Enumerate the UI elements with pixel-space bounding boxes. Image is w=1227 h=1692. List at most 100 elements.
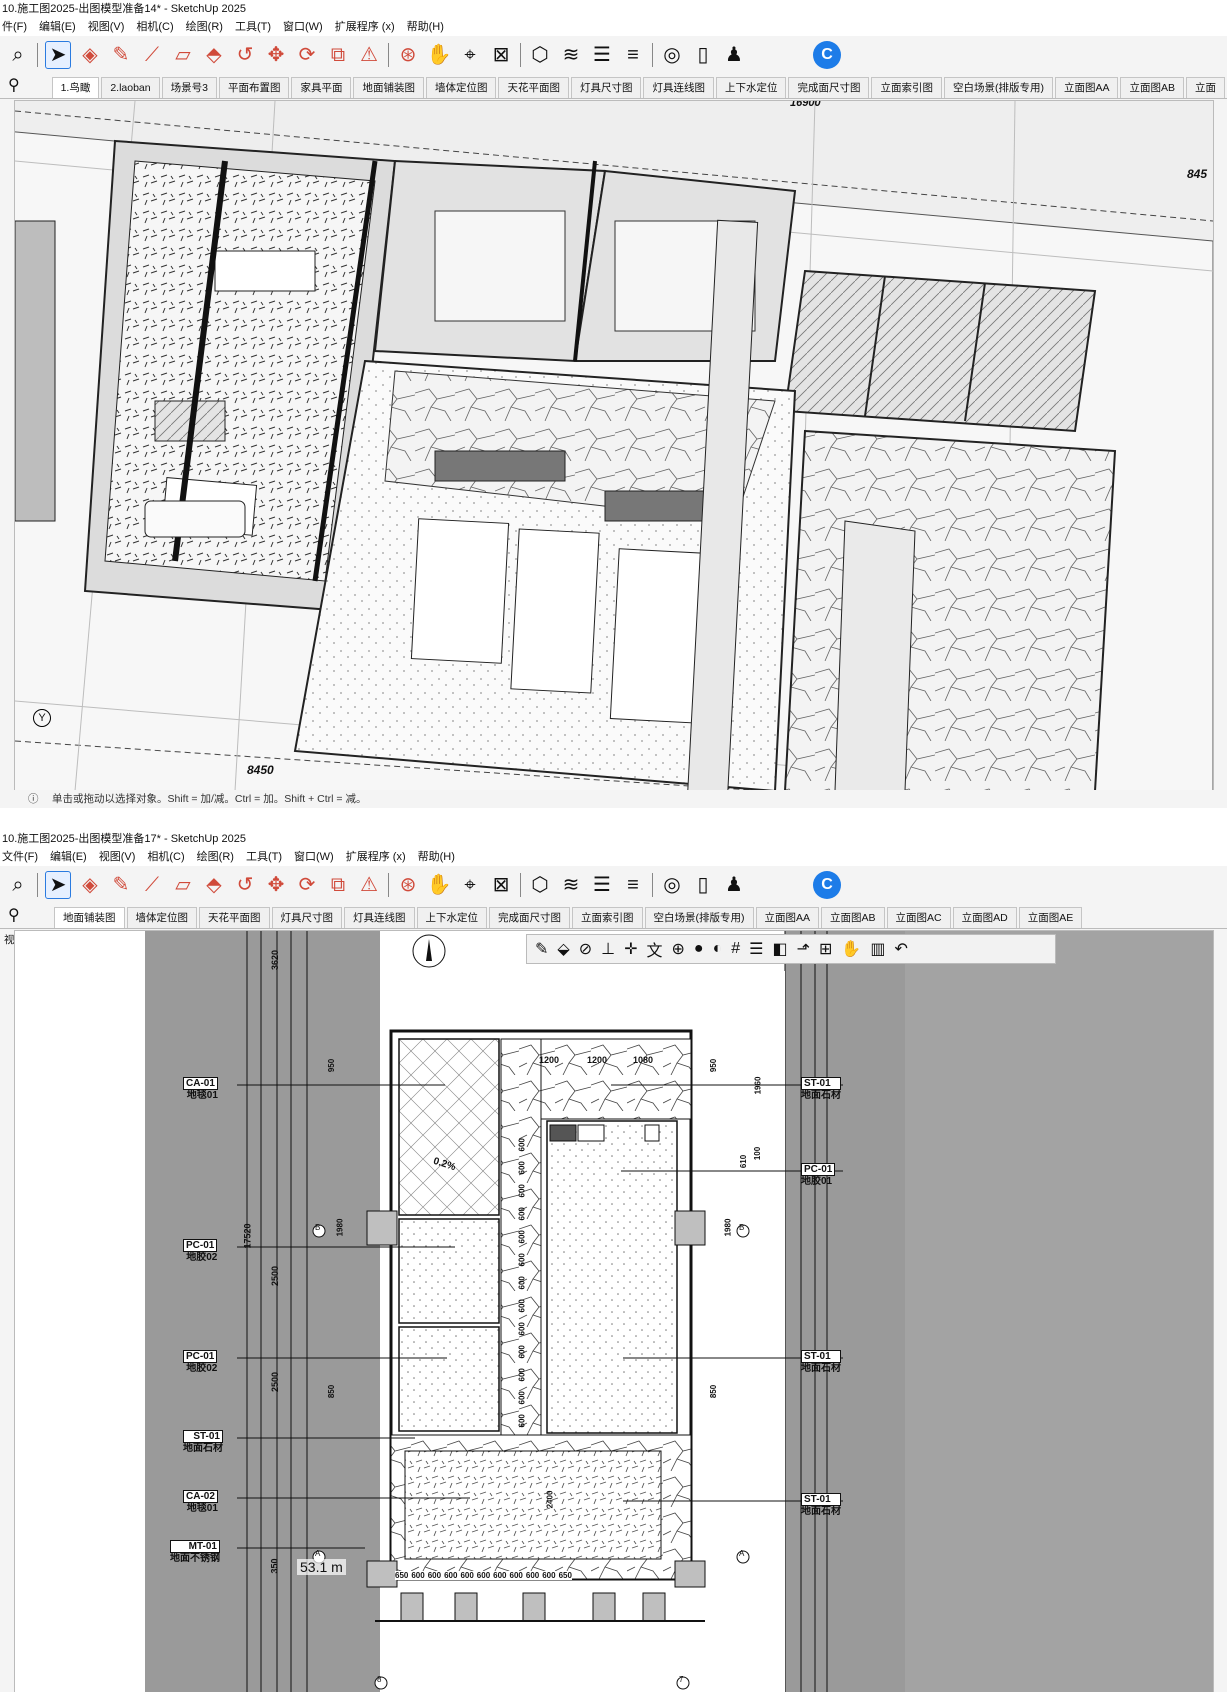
tab-scene-5[interactable]: 家具平面 — [291, 77, 352, 98]
orbit-icon[interactable]: ⊛ — [396, 872, 420, 898]
pan-icon[interactable]: ✋ — [427, 42, 452, 68]
tab-scene-3[interactable]: 场景号3 — [161, 77, 217, 98]
tab-scene-1[interactable]: 1.鸟瞰 — [51, 77, 100, 98]
section-icon[interactable]: ⊠ — [489, 42, 513, 68]
scale-icon[interactable]: ⧉ — [326, 42, 350, 68]
menu-edit[interactable]: 编辑(E) — [50, 848, 87, 866]
tab-scene-2[interactable]: 2.laoban — [101, 77, 160, 98]
export-icon[interactable]: ⬏ — [797, 939, 810, 959]
tab-scene-16[interactable]: 立面图AB — [1120, 77, 1184, 98]
tab-scene-11[interactable]: 上下水定位 — [715, 77, 787, 98]
target-icon[interactable]: ⊕ — [671, 939, 684, 959]
axis-icon[interactable]: ✛ — [624, 939, 637, 959]
tab-scene-12[interactable]: 立面图AC — [886, 907, 951, 928]
menu-help[interactable]: 帮助(H) — [407, 18, 444, 36]
move-icon[interactable]: ✥ — [264, 872, 288, 898]
arc-icon[interactable]: ⟋ — [140, 42, 164, 68]
add-icon[interactable]: ⊞ — [819, 939, 832, 959]
menu-camera[interactable]: 相机(C) — [136, 18, 173, 36]
menu-help[interactable]: 帮助(H) — [418, 848, 455, 866]
search-icon[interactable]: ⚲ — [8, 76, 26, 98]
select-tool-icon[interactable]: ➤ — [45, 41, 71, 69]
menu-view[interactable]: 视图(V) — [88, 18, 125, 36]
menu-tools[interactable]: 工具(T) — [235, 18, 271, 36]
search-icon[interactable]: ⚲ — [8, 906, 28, 928]
hide-icon[interactable]: ⊘ — [579, 939, 592, 959]
rotate-icon[interactable]: ⟳ — [295, 872, 319, 898]
warehouse-icon[interactable]: ⬡ — [528, 42, 552, 68]
tab-scene-6[interactable]: 地面铺装图 — [353, 77, 424, 98]
tab-scene-12[interactable]: 完成面尺寸图 — [788, 77, 870, 98]
zoom-extents-icon[interactable]: ⌖ — [458, 42, 482, 68]
tab-scene-7[interactable]: 墙体定位图 — [425, 77, 497, 98]
tab-scene-14[interactable]: 立面图AE — [1018, 907, 1083, 928]
menu-window[interactable]: 窗口(W) — [294, 848, 334, 866]
move-icon[interactable]: ✥ — [264, 42, 288, 68]
menu-view[interactable]: 视图(V) — [99, 848, 136, 866]
tab-scene-9[interactable]: 空白场景(排版专用) — [644, 907, 754, 928]
material-icon[interactable]: ◐ — [713, 940, 723, 958]
grid-icon[interactable]: # — [731, 940, 740, 958]
menu-draw[interactable]: 绘图(R) — [186, 18, 223, 36]
offset-icon[interactable]: ↺ — [233, 872, 257, 898]
layers-icon[interactable]: ☰ — [590, 42, 614, 68]
tab-scene-13[interactable]: 立面索引图 — [871, 77, 942, 98]
styles-icon[interactable]: ≡ — [621, 42, 645, 68]
menu-edit[interactable]: 编辑(E) — [39, 18, 76, 36]
menu-tools[interactable]: 工具(T) — [246, 848, 282, 866]
tab-scene-8[interactable]: 天花平面图 — [498, 77, 569, 98]
undo-icon[interactable]: ↶ — [894, 939, 907, 959]
section-icon[interactable]: ⊠ — [489, 872, 513, 898]
note-icon[interactable]: ☰ — [749, 939, 763, 959]
style-icon[interactable]: ◧ — [772, 939, 787, 959]
user-icon[interactable]: ♟ — [722, 42, 746, 68]
tab-scene-13[interactable]: 立面图AD — [952, 907, 1017, 928]
zoom-extents-icon[interactable]: ⌖ — [458, 872, 482, 898]
tab-scene-3[interactable]: 天花平面图 — [199, 907, 270, 928]
tab-scene-6[interactable]: 上下水定位 — [416, 907, 487, 928]
offset-icon[interactable]: ↺ — [233, 42, 257, 68]
user-icon[interactable]: ♟ — [722, 872, 746, 898]
menu-file[interactable]: 文件(F) — [2, 848, 38, 866]
columns-icon[interactable]: ▥ — [870, 939, 885, 959]
tab-scene-4[interactable]: 灯具尺寸图 — [271, 907, 342, 928]
menu-draw[interactable]: 绘图(R) — [197, 848, 234, 866]
arc-icon[interactable]: ⟋ — [140, 872, 164, 898]
menu-extensions[interactable]: 扩展程序 (x) — [335, 18, 395, 36]
tab-scene-11[interactable]: 立面图AB — [821, 907, 885, 928]
styles-icon[interactable]: ≡ — [621, 872, 645, 898]
tab-scene-9[interactable]: 灯具尺寸图 — [570, 77, 642, 98]
eraser-icon[interactable]: ◈ — [78, 872, 102, 898]
tab-scene-14[interactable]: 空白场景(排版专用) — [943, 77, 1053, 98]
pan-icon[interactable]: ✋ — [427, 872, 452, 898]
tab-scene-15[interactable]: 立面图AA — [1054, 77, 1119, 98]
rectangle-icon[interactable]: ▱ — [171, 42, 195, 68]
account-icon[interactable]: ◎ — [660, 42, 684, 68]
menu-file[interactable]: 件(F) — [2, 18, 27, 36]
tab-scene-7[interactable]: 完成面尺寸图 — [489, 907, 570, 928]
eraser-icon[interactable]: ◈ — [78, 42, 102, 68]
align-icon[interactable]: ⊥ — [601, 939, 615, 959]
follow-me-icon[interactable]: ⚠ — [357, 872, 381, 898]
new-file-icon[interactable]: ▯ — [691, 872, 715, 898]
plugin-logo-icon[interactable]: C — [813, 871, 841, 899]
rectangle-icon[interactable]: ▱ — [171, 872, 195, 898]
pencil-icon[interactable]: ✎ — [109, 872, 133, 898]
push-pull-icon[interactable]: ⬘ — [202, 872, 226, 898]
hand-icon[interactable]: ✋ — [841, 939, 861, 959]
edit-icon[interactable]: ✎ — [535, 939, 548, 959]
select-tool-icon[interactable]: ➤ — [45, 871, 71, 899]
push-icon[interactable]: ⬙ — [557, 939, 569, 959]
extension-icon[interactable]: ≋ — [559, 42, 583, 68]
plugin-logo-icon[interactable]: C — [813, 41, 841, 69]
push-pull-icon[interactable]: ⬘ — [202, 42, 226, 68]
tab-scene-17[interactable]: 立面 — [1186, 77, 1225, 98]
tab-scene-4[interactable]: 平面布置图 — [218, 77, 290, 98]
rotate-icon[interactable]: ⟳ — [295, 42, 319, 68]
tab-scene-8[interactable]: 立面索引图 — [572, 907, 643, 928]
orbit-icon[interactable]: ⊛ — [396, 42, 420, 68]
tab-scene-10[interactable]: 立面图AA — [755, 907, 820, 928]
warehouse-icon[interactable]: ⬡ — [528, 872, 552, 898]
zoom-icon[interactable]: ⌕ — [6, 872, 30, 898]
menu-camera[interactable]: 相机(C) — [147, 848, 184, 866]
